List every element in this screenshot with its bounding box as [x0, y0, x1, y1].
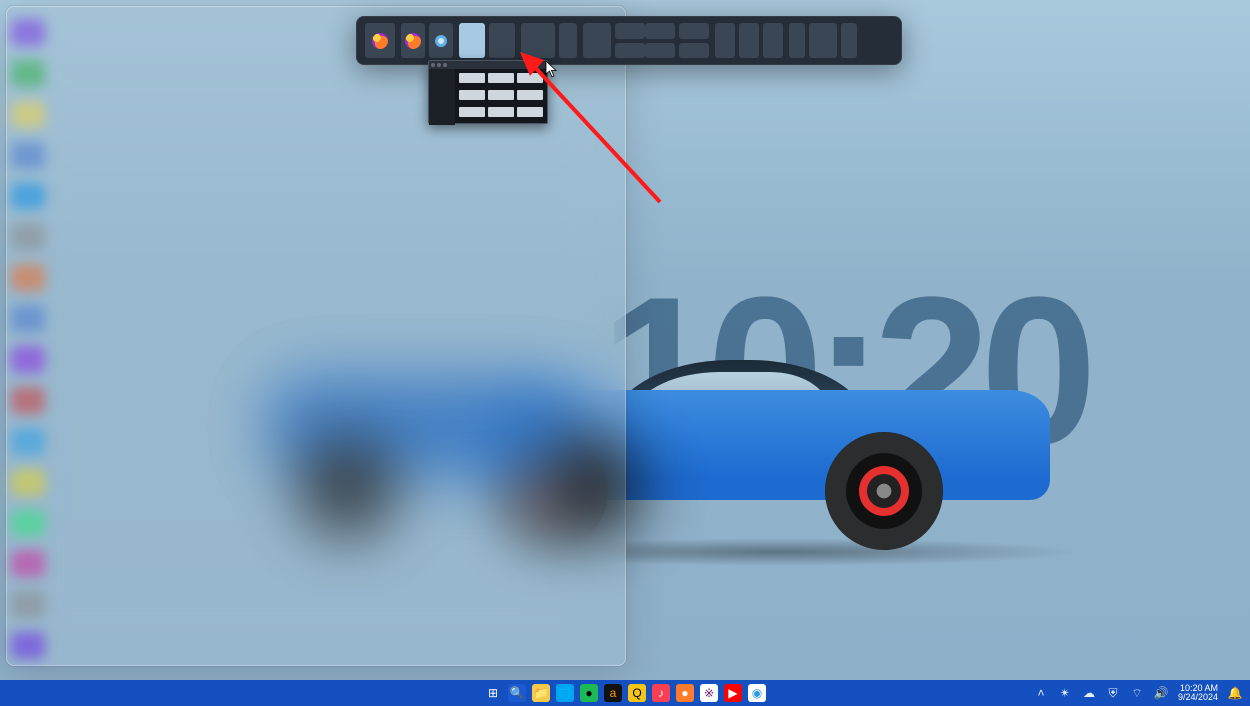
- desktop-icon[interactable]: [11, 223, 45, 250]
- taskbar-date: 9/24/2024: [1178, 693, 1218, 702]
- snap-layout-3col-wide-center[interactable]: [789, 23, 857, 58]
- slack-icon[interactable]: ※: [700, 684, 718, 702]
- mouse-cursor-icon: [545, 60, 557, 78]
- snap-layout-2x2[interactable]: [645, 23, 709, 58]
- desktop-icon[interactable]: [11, 305, 45, 332]
- volume-icon[interactable]: 🔊: [1152, 684, 1170, 702]
- desktop-icons-blurred: [11, 19, 55, 659]
- snap-layout-2col[interactable]: [401, 23, 453, 58]
- snap-layout-full[interactable]: [365, 23, 395, 58]
- window-thumb-icon: [429, 23, 453, 58]
- security-icon[interactable]: ⛨: [1104, 684, 1122, 702]
- spotify-icon[interactable]: ●: [580, 684, 598, 702]
- desktop-icon[interactable]: [11, 591, 45, 618]
- desktop-icon[interactable]: [11, 346, 45, 373]
- desktop-icon[interactable]: [11, 387, 45, 414]
- taskbar: ⊞ 🔍 📁 🌐 ● aQ ♪ ● ※ ▶ ◉ ˄ ✴ ☁ ⛨ ⌔ 🔊 10:20 AM 9/24/2024 🔔: [0, 680, 1250, 706]
- overflow-icon[interactable]: ˄: [1032, 684, 1050, 702]
- desktop-icon[interactable]: [11, 632, 45, 659]
- copilot-icon[interactable]: ✴: [1056, 684, 1074, 702]
- taskbar-system-tray: ˄ ✴ ☁ ⛨ ⌔ 🔊 10:20 AM 9/24/2024 🔔: [1032, 684, 1244, 703]
- wifi-icon[interactable]: ⌔: [1128, 684, 1146, 702]
- notifications-icon[interactable]: 🔔: [1226, 684, 1244, 702]
- file-explorer-icon[interactable]: 📁: [532, 684, 550, 702]
- snap-layouts-flyout: [356, 16, 902, 65]
- desktop-icon[interactable]: [11, 550, 45, 577]
- firefox-icon: [365, 23, 395, 58]
- edge-icon[interactable]: 🌐: [556, 684, 574, 702]
- desktop-icon[interactable]: [11, 60, 45, 87]
- snap-layout-2col-uneven[interactable]: [521, 23, 577, 58]
- youtube-icon[interactable]: ▶: [724, 684, 742, 702]
- taskbar-clock[interactable]: 10:20 AM 9/24/2024: [1178, 684, 1218, 703]
- snap-candidate-thumbnail[interactable]: [428, 60, 548, 124]
- desktop-icon[interactable]: [11, 428, 45, 455]
- taskbar-center: ⊞ 🔍 📁 🌐 ● aQ ♪ ● ※ ▶ ◉: [484, 684, 766, 702]
- snap-layout-2col-left-active[interactable]: [459, 23, 515, 58]
- desktop-icon[interactable]: [11, 510, 45, 537]
- desktop-icon[interactable]: [11, 19, 45, 46]
- start-icon[interactable]: ⊞: [484, 684, 502, 702]
- desktop-icon[interactable]: [11, 183, 45, 210]
- chrome-icon[interactable]: ◉: [748, 684, 766, 702]
- onedrive-icon[interactable]: ☁: [1080, 684, 1098, 702]
- desktop-icon[interactable]: [11, 264, 45, 291]
- snap-layout-left-plus-stack[interactable]: [583, 23, 639, 58]
- snap-zone-left-active[interactable]: [459, 23, 485, 58]
- firefox-icon[interactable]: ●: [676, 684, 694, 702]
- music-icon[interactable]: ♪: [652, 684, 670, 702]
- search-icon[interactable]: 🔍: [508, 684, 526, 702]
- desktop-icon[interactable]: [11, 469, 45, 496]
- desktop-icon[interactable]: [11, 101, 45, 128]
- amazon-icon[interactable]: a: [604, 684, 622, 702]
- desktop-icon[interactable]: [11, 142, 45, 169]
- firefox-icon: [401, 23, 425, 58]
- app-q-icon[interactable]: Q: [628, 684, 646, 702]
- snap-layout-3col[interactable]: [715, 23, 783, 58]
